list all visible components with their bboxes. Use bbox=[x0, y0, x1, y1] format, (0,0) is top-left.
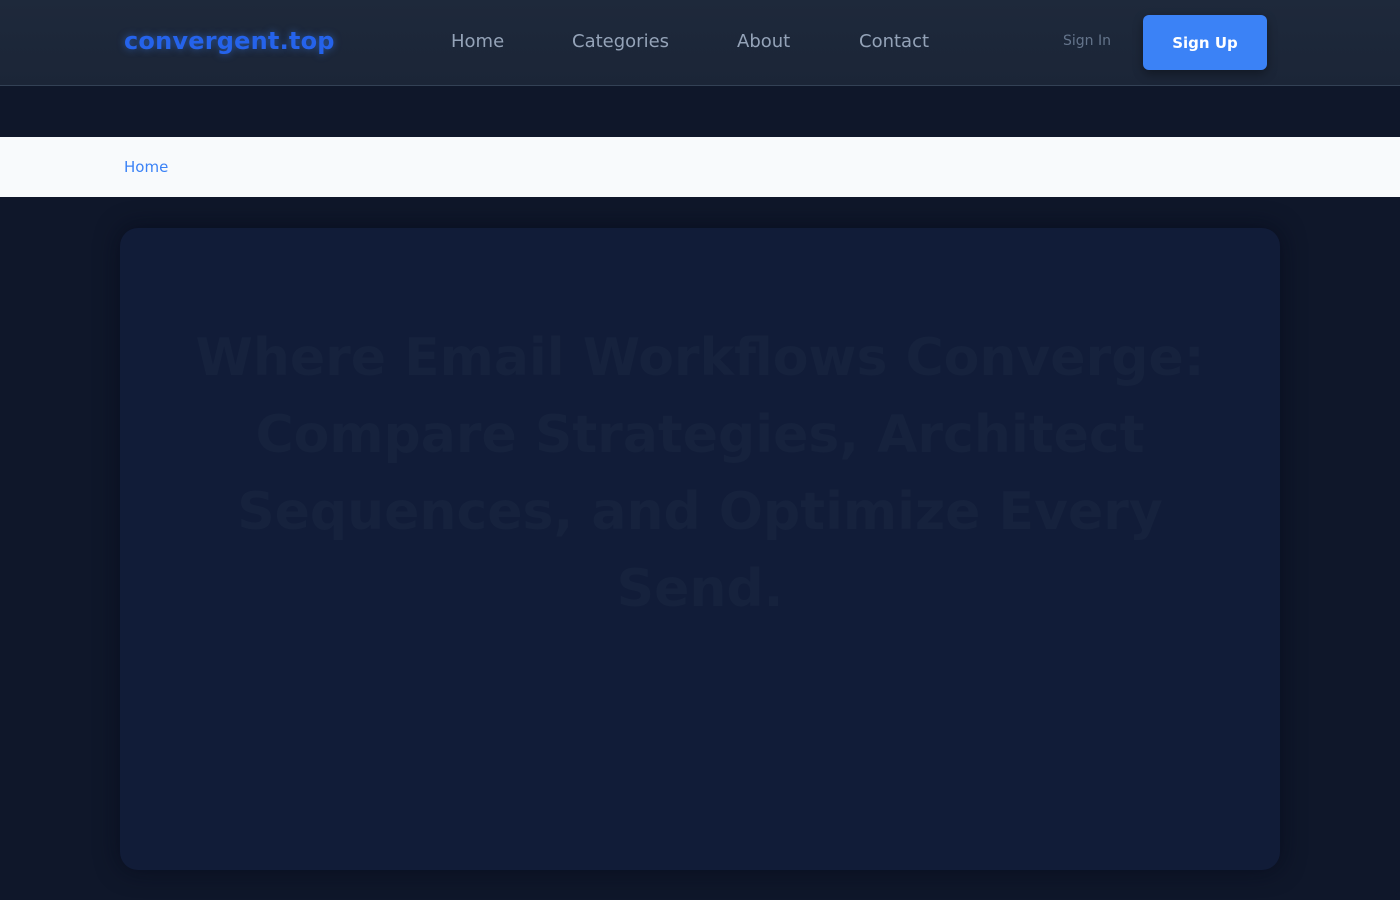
nav-link-categories[interactable]: Categories bbox=[572, 31, 669, 52]
hero-card: Where Email Workflows Converge: Compare … bbox=[120, 228, 1280, 870]
nav-link-about[interactable]: About bbox=[737, 31, 790, 52]
breadcrumb-home-link[interactable]: Home bbox=[124, 158, 168, 176]
sign-up-button[interactable]: Sign Up bbox=[1143, 15, 1267, 70]
nav-link-contact[interactable]: Contact bbox=[859, 31, 929, 52]
breadcrumb: Home bbox=[0, 137, 1400, 197]
site-logo[interactable]: convergent.top bbox=[124, 27, 335, 55]
sign-in-link[interactable]: Sign In bbox=[1063, 33, 1111, 49]
nav-link-home[interactable]: Home bbox=[451, 31, 504, 52]
hero-title: Where Email Workflows Converge: Compare … bbox=[195, 328, 1205, 619]
top-navigation-bar: convergent.top Home Categories About Con… bbox=[0, 0, 1400, 86]
